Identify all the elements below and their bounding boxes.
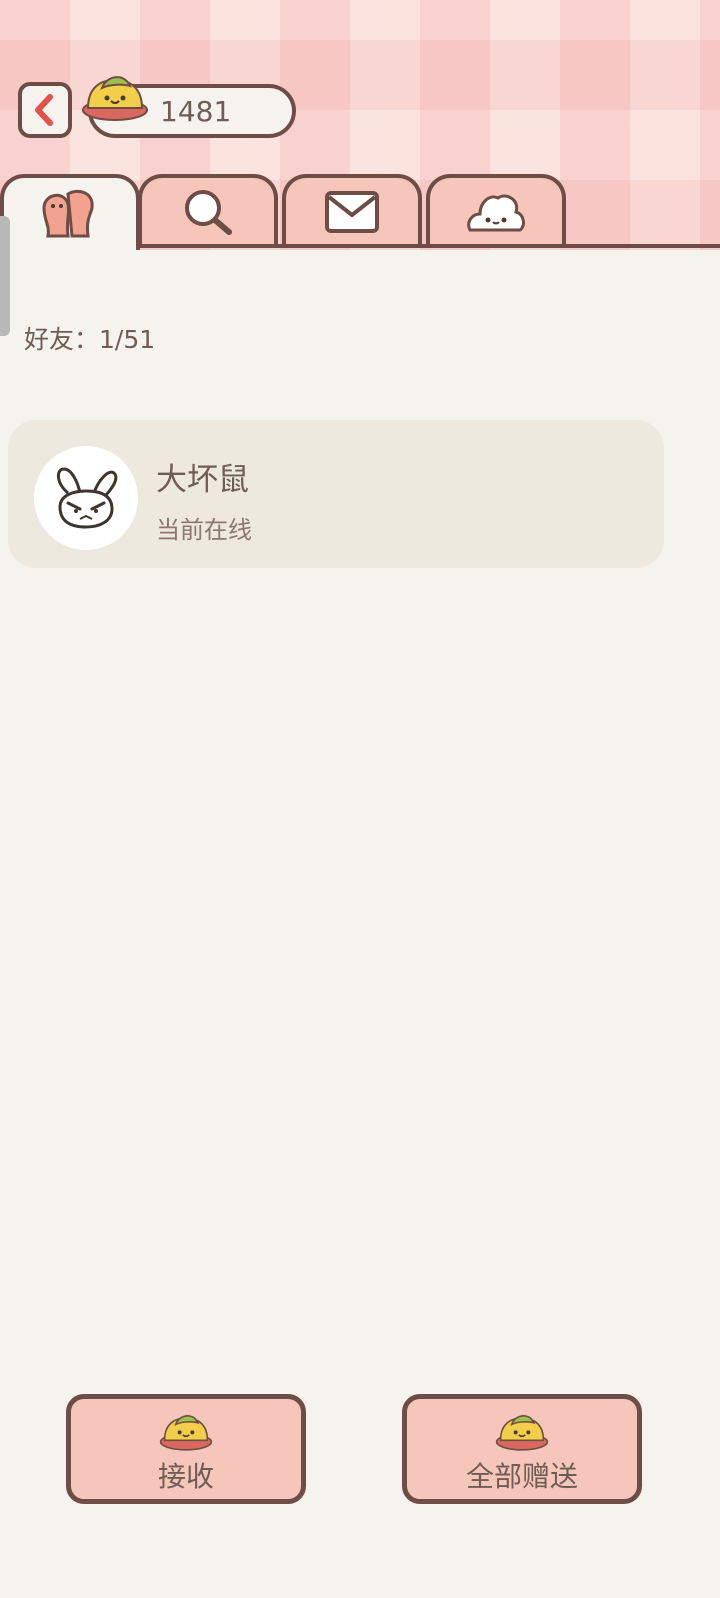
friend-list-item[interactable]: 大坏鼠 当前在线	[8, 420, 664, 568]
jelly-currency-icon	[495, 1415, 549, 1451]
coin-count: 1481	[160, 95, 232, 128]
gift-all-button-label: 全部赠送	[465, 1460, 578, 1493]
receive-button[interactable]: 接收	[66, 1394, 306, 1504]
tab-bar	[0, 174, 720, 250]
tab-friends[interactable]	[0, 174, 140, 250]
chevron-left-icon	[35, 94, 53, 126]
cloud-pet-icon	[467, 194, 525, 232]
tab-pet[interactable]	[426, 174, 566, 246]
gift-all-button[interactable]: 全部赠送	[402, 1394, 642, 1504]
avatar	[34, 446, 138, 550]
jelly-currency-icon	[159, 1415, 213, 1451]
angry-rabbit-icon	[57, 467, 118, 529]
search-icon	[185, 190, 232, 235]
friend-status: 当前在线	[156, 516, 252, 544]
jelly-currency-icon	[82, 76, 148, 121]
mail-icon	[325, 191, 379, 233]
back-button[interactable]	[18, 82, 72, 138]
friends-count-label: 好友：1/51	[24, 325, 156, 354]
tab-mail[interactable]	[282, 174, 422, 246]
tab-search[interactable]	[138, 174, 278, 246]
friends-icon	[42, 189, 94, 238]
side-drawer-handle[interactable]	[0, 216, 10, 336]
friend-name: 大坏鼠	[156, 462, 249, 498]
receive-button-label: 接收	[157, 1460, 214, 1493]
